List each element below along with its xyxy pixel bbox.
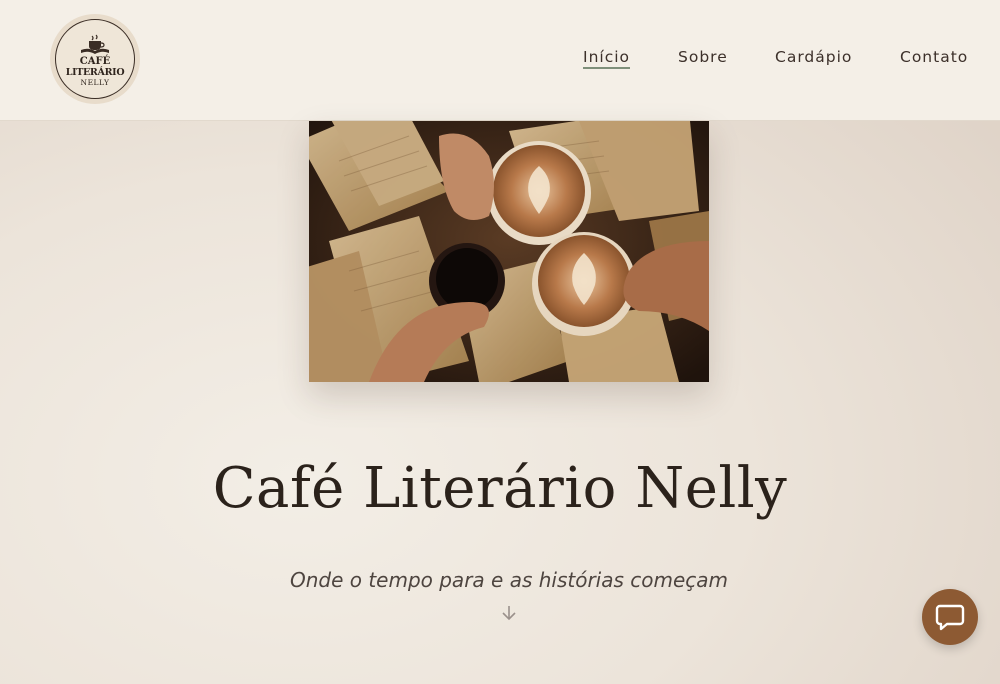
logo-line-3: NELLY (80, 78, 110, 87)
page-subtitle: Onde o tempo para e as histórias começam (289, 568, 729, 592)
site-header: CAFÉ LITERÁRIO NELLY Início Sobre Cardáp… (0, 0, 1000, 121)
page-title: Café Literário Nelly (212, 456, 788, 521)
hero-image (309, 121, 709, 382)
chat-button[interactable] (922, 589, 978, 645)
nav-item-cardapio[interactable]: Cardápio (775, 48, 852, 66)
arrow-down-icon[interactable] (501, 604, 517, 622)
nav-item-sobre[interactable]: Sobre (678, 48, 728, 66)
logo-line-2: LITERÁRIO (65, 67, 125, 78)
logo-line-1: CAFÉ (79, 56, 111, 67)
coffee-cups-and-books-photo (309, 121, 709, 382)
nav-item-contato[interactable]: Contato (900, 48, 968, 66)
chat-bubble-icon (935, 604, 965, 631)
coffee-book-icon (81, 34, 109, 54)
logo-badge: CAFÉ LITERÁRIO NELLY (55, 19, 135, 99)
nav-item-inicio[interactable]: Início (583, 48, 631, 69)
brand-logo[interactable]: CAFÉ LITERÁRIO NELLY (50, 14, 140, 104)
